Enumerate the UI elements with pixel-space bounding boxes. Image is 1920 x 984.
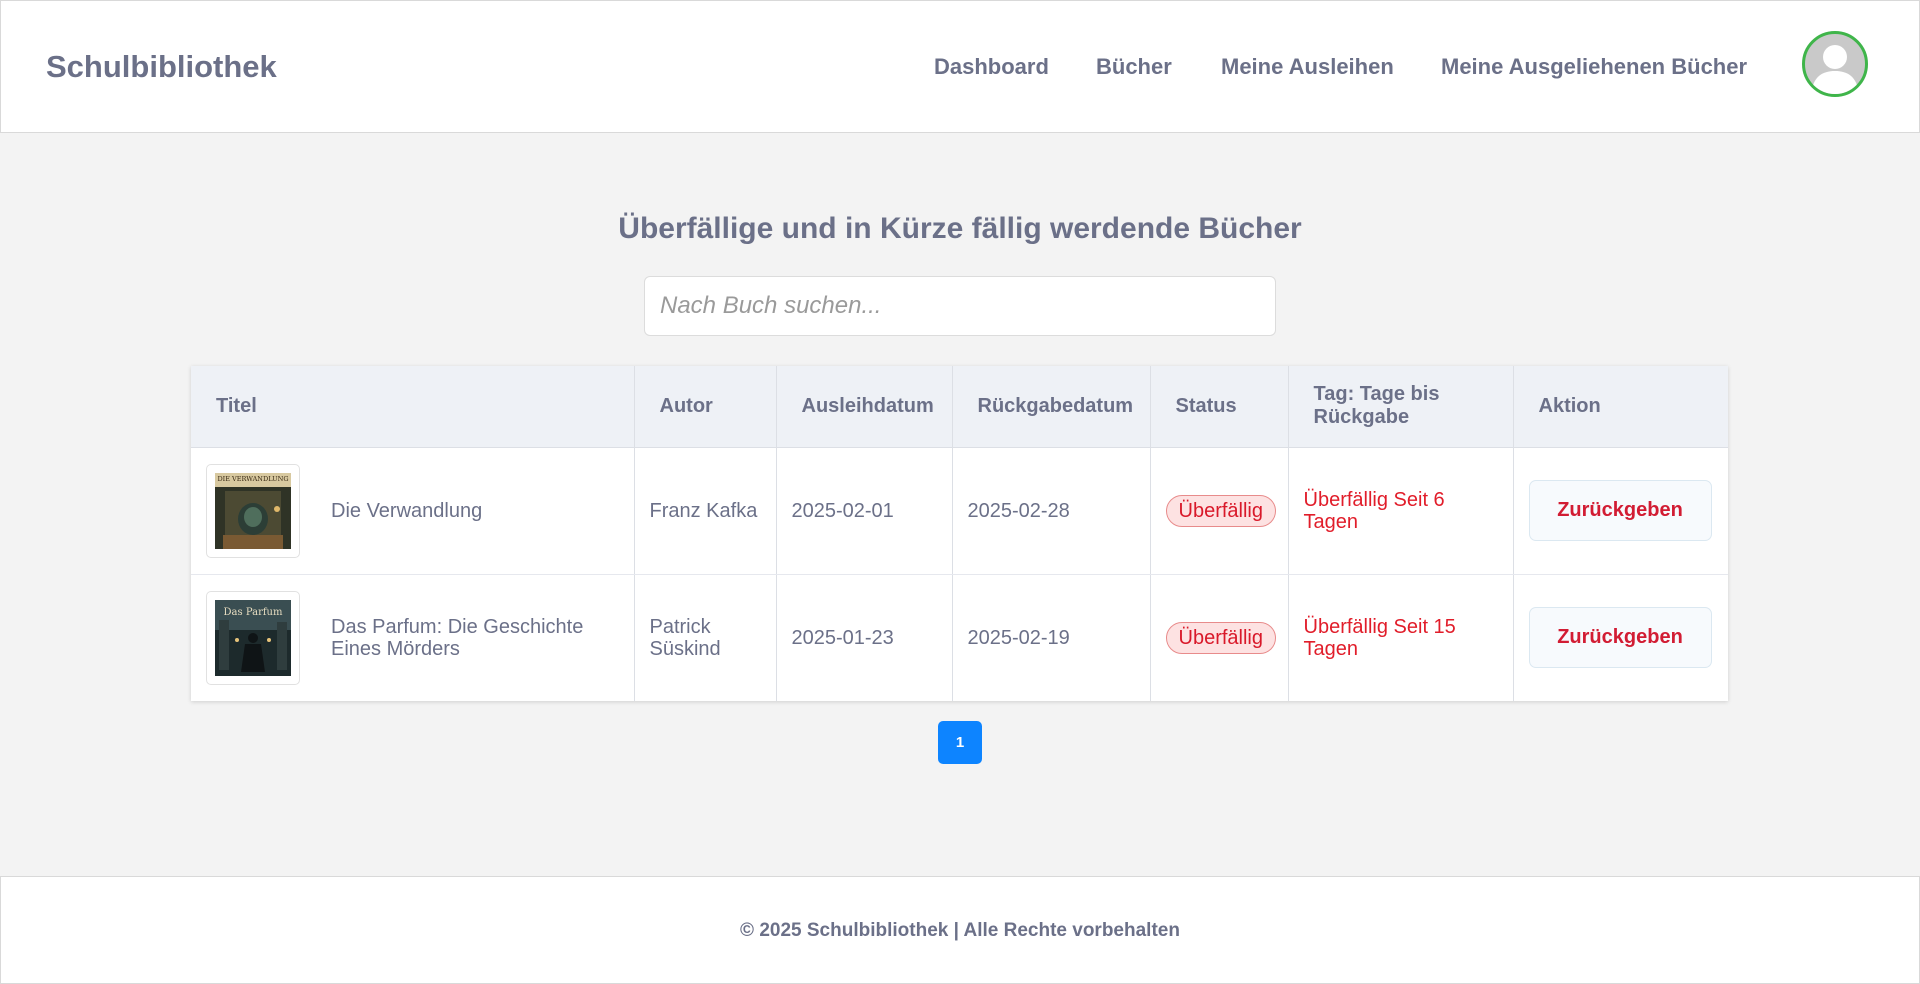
cell-status: Überfällig: [1150, 447, 1289, 575]
main-nav: Dashboard Bücher Meine Ausleihen Meine A…: [1, 54, 1919, 84]
col-header-days[interactable]: Tag: Tage bis Rückgabe: [1288, 366, 1514, 448]
book-cover: Das Parfum: [206, 590, 300, 685]
col-header-status[interactable]: Status: [1150, 366, 1289, 448]
return-button[interactable]: Zurückgeben: [1528, 607, 1712, 669]
top-navbar: Schulbibliothek Dashboard Bücher Meine A…: [0, 0, 1920, 133]
col-header-title[interactable]: Titel: [191, 366, 635, 448]
status-badge: Überfällig: [1165, 621, 1276, 654]
col-header-return-date[interactable]: Rückgabedatum: [952, 366, 1151, 448]
footer-copyright: © 2025 Schulbibliothek | Alle Rechte vor…: [740, 920, 1180, 941]
cell-action: Zurückgeben: [1513, 574, 1728, 701]
table-row: Das Parfum Das Parfum: Die Geschichte Ei…: [191, 574, 1728, 701]
search-input[interactable]: [644, 276, 1276, 336]
cell-return-date: 2025-02-28: [952, 447, 1151, 575]
page-title: Überfällige und in Kürze fällig werdende…: [618, 212, 1302, 245]
cell-title: DIE VERWANDLUNG Die Verwandlung: [191, 447, 635, 575]
user-avatar[interactable]: [1802, 31, 1868, 97]
footer: © 2025 Schulbibliothek | Alle Rechte vor…: [0, 876, 1920, 984]
col-header-loan-date[interactable]: Ausleihdatum: [776, 366, 953, 448]
cell-days-overdue: Überfällig Seit 15 Tagen: [1288, 574, 1514, 701]
nav-dashboard[interactable]: Dashboard: [934, 54, 1049, 80]
user-icon: [1811, 45, 1859, 94]
status-badge: Überfällig: [1165, 494, 1276, 527]
cell-author: Patrick Süskind: [634, 574, 777, 701]
cell-title: Das Parfum Das Parfum: Die Geschichte Ei…: [191, 574, 635, 701]
col-header-author[interactable]: Autor: [634, 366, 777, 448]
book-title: Das Parfum: Die Geschichte Eines Mörders: [331, 615, 584, 660]
return-button[interactable]: Zurückgeben: [1528, 480, 1712, 541]
col-header-action: Aktion: [1513, 366, 1728, 448]
table-row: DIE VERWANDLUNG Die Verwandlung Franz Ka…: [191, 447, 1728, 575]
cell-status: Überfällig: [1150, 574, 1289, 701]
cell-days-overdue: Überfällig Seit 6 Tagen: [1288, 447, 1514, 575]
book-title: Die Verwandlung: [331, 499, 483, 522]
nav-my-loans[interactable]: Meine Ausleihen: [1221, 54, 1394, 80]
table-header-row: Titel Autor Ausleihdatum Rückgabedatum S…: [191, 366, 1728, 448]
loans-table: Titel Autor Ausleihdatum Rückgabedatum S…: [191, 366, 1728, 701]
book-cover-image-parfum: Das Parfum: [215, 599, 291, 676]
book-cover-image-verwandlung: DIE VERWANDLUNG: [215, 472, 291, 549]
book-cover: DIE VERWANDLUNG: [206, 463, 300, 558]
pagination-page-1[interactable]: 1: [938, 721, 982, 764]
cell-loan-date: 2025-01-23: [776, 574, 953, 701]
nav-my-lent-books[interactable]: Meine Ausgeliehenen Bücher: [1441, 54, 1747, 80]
cover-title-text: Das Parfum: [224, 607, 283, 618]
cell-author: Franz Kafka: [634, 447, 777, 575]
nav-books[interactable]: Bücher: [1096, 54, 1172, 80]
cell-return-date: 2025-02-19: [952, 574, 1151, 701]
cover-title-text: DIE VERWANDLUNG: [217, 475, 288, 483]
cell-action: Zurückgeben: [1513, 447, 1728, 575]
cell-loan-date: 2025-02-01: [776, 447, 953, 575]
